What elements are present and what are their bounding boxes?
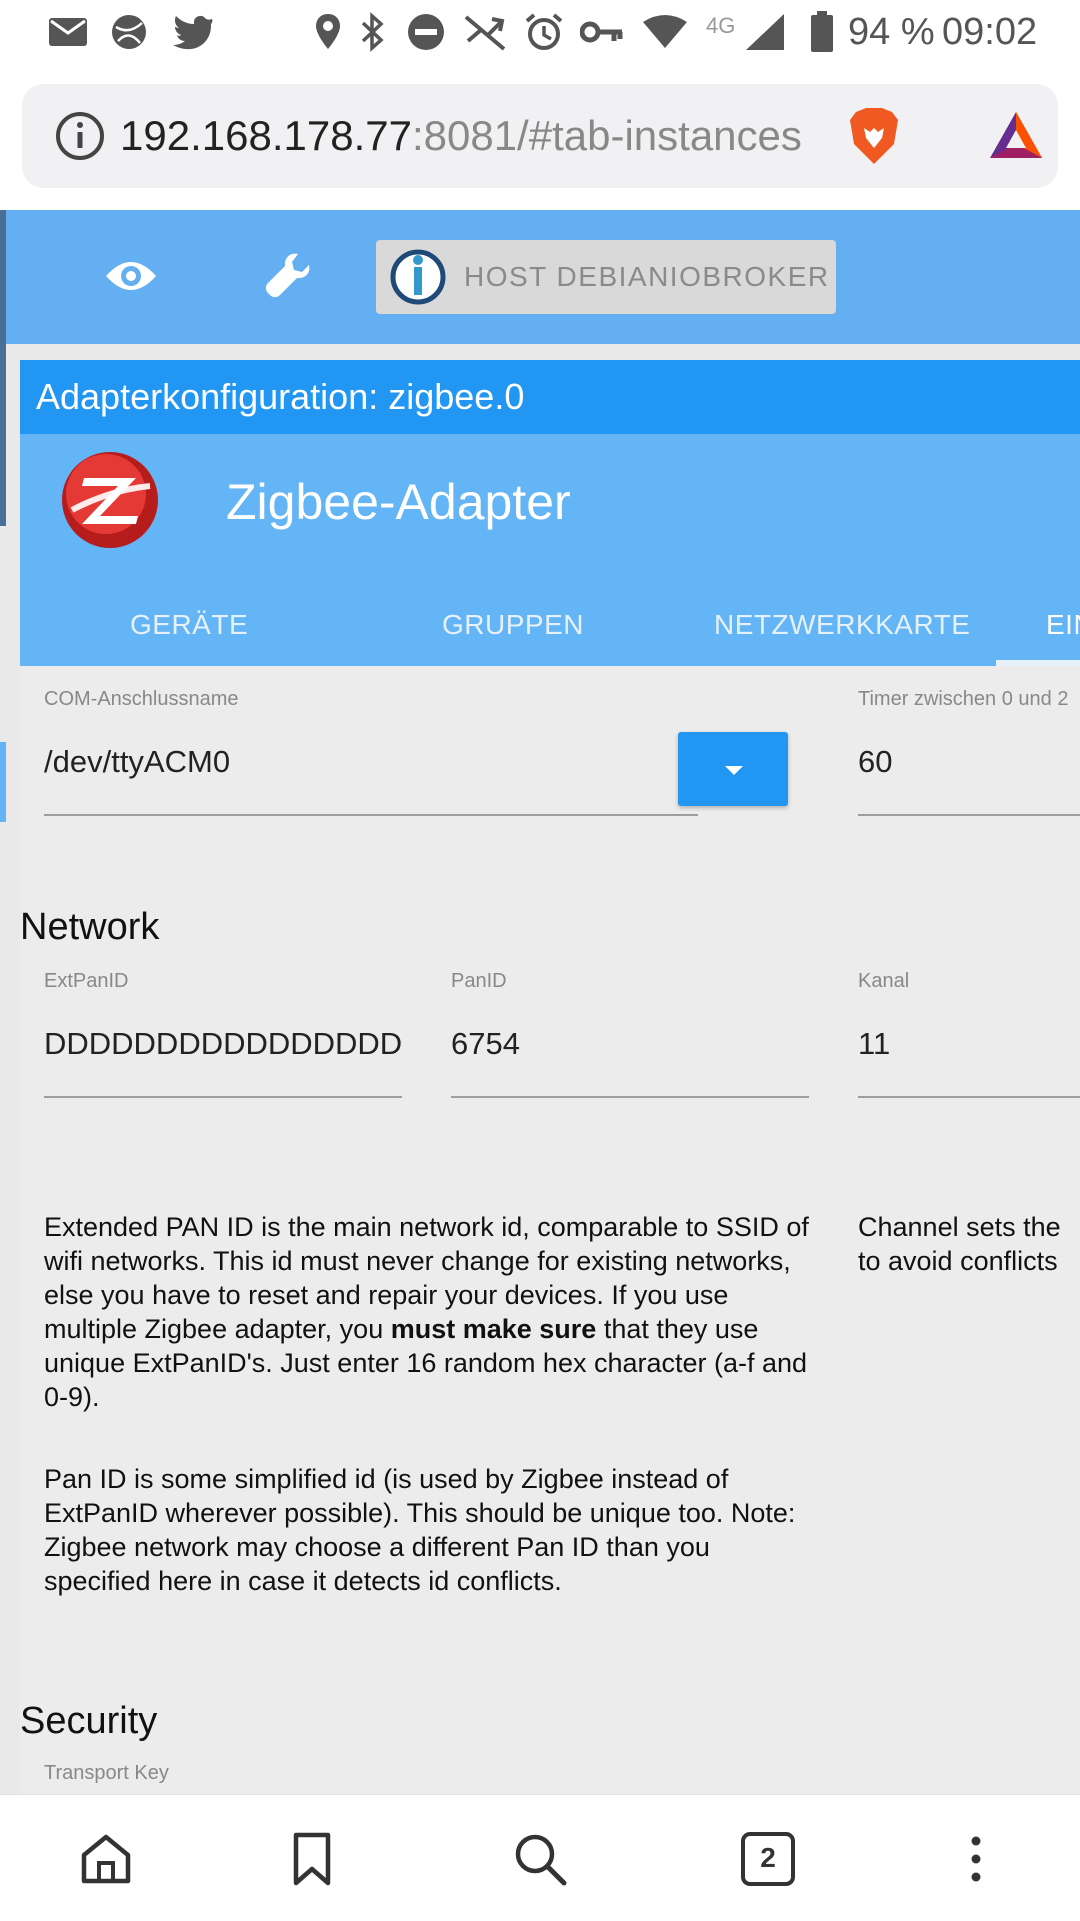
tab-gruppen[interactable]: GRUPPEN <box>442 592 584 658</box>
channel-input[interactable]: 11 <box>858 1026 890 1062</box>
network-type: 4G <box>706 13 736 38</box>
location-icon <box>314 10 342 54</box>
info-icon[interactable] <box>54 110 106 162</box>
url-text[interactable]: 192.168.178.77:8081/#tab-instances <box>120 106 830 166</box>
bat-rewards-icon[interactable] <box>986 106 1046 166</box>
extpanid-help-text: Extended PAN ID is the main network id, … <box>44 1210 814 1414</box>
home-icon[interactable] <box>78 1831 134 1887</box>
do-not-disturb-icon <box>406 10 446 54</box>
host-button-label: HOST DEBIANIOBROKER <box>464 261 830 292</box>
channel-help-line: Channel sets the to avoid conflicts <box>858 1212 1061 1276</box>
page-content: HOST DEBIANIOBROKER Adapterkonfiguration… <box>0 210 1080 1794</box>
app-header: HOST DEBIANIOBROKER <box>6 210 1080 344</box>
sync-off-icon <box>462 10 508 54</box>
url-host: 192.168.178.77 <box>120 112 412 159</box>
mail-icon <box>48 10 88 54</box>
tab-count: 2 <box>760 1842 776 1873</box>
tab-netzwerkkarte[interactable]: NETZWERKKARTE <box>714 592 970 658</box>
tabs-button[interactable]: 2 <box>740 1831 796 1887</box>
background-marker <box>0 742 6 822</box>
caret-down-icon <box>725 766 743 775</box>
overflow-menu-icon[interactable] <box>948 1831 1004 1887</box>
tab-einstellungen[interactable]: EIN <box>1046 592 1080 658</box>
bluetooth-icon <box>360 10 386 54</box>
ball-icon <box>110 10 148 54</box>
extpanid-help-bold: must make sure <box>390 1314 597 1344</box>
status-bar: 4G 94 % 09:02 <box>0 0 1080 66</box>
com-port-underline <box>44 814 698 816</box>
channel-label: Kanal <box>858 970 910 992</box>
com-port-input[interactable]: /dev/ttyACM0 <box>44 744 230 780</box>
panid-help-text: Pan ID is some simplified id (is used by… <box>44 1464 796 1596</box>
panid-underline <box>451 1096 809 1098</box>
adapter-name: Zigbee-Adapter <box>226 474 571 530</box>
twitter-icon <box>172 10 214 54</box>
channel-underline <box>858 1096 1080 1098</box>
panid-input[interactable]: 6754 <box>451 1026 520 1062</box>
battery-percent: 94 % <box>848 10 935 53</box>
timer-underline <box>858 814 1080 816</box>
brave-shield-icon[interactable] <box>842 104 906 168</box>
extpanid-input[interactable]: DDDDDDDDDDDDDDDD <box>44 1026 402 1062</box>
timer-input[interactable]: 60 <box>858 744 892 780</box>
alarm-icon <box>524 10 564 54</box>
extpanid-label: ExtPanID <box>44 970 129 992</box>
zigbee-logo-icon <box>60 450 160 550</box>
eye-icon[interactable] <box>104 256 158 296</box>
browser-toolbar: 192.168.178.77:8081/#tab-instances <box>0 66 1080 210</box>
bookmark-icon[interactable] <box>284 1831 340 1887</box>
clock: 09:02 <box>942 10 1038 53</box>
tab-geraete[interactable]: GERÄTE <box>130 592 248 658</box>
vpn-key-icon <box>580 10 624 54</box>
address-bar[interactable]: 192.168.178.77:8081/#tab-instances <box>22 84 1058 188</box>
channel-help-text: Channel sets the to avoid conflicts <box>858 1210 1080 1278</box>
dialog-title: Adapterkonfiguration: zigbee.0 <box>20 360 1080 434</box>
security-heading: Security <box>20 1700 158 1742</box>
com-port-label: COM-Anschlussname <box>44 688 239 710</box>
browser-bottom-nav: 2 <box>0 1794 1080 1921</box>
active-tab-indicator <box>996 660 1080 666</box>
iobroker-logo-icon <box>390 249 446 305</box>
signal-icon <box>744 10 788 54</box>
url-path: :8081/#tab-instances <box>411 112 802 159</box>
battery-icon <box>810 10 834 54</box>
wifi-icon <box>642 10 688 54</box>
wrench-icon[interactable] <box>264 250 316 302</box>
panid-label: PanID <box>451 970 507 992</box>
adapter-header: Zigbee-Adapter GERÄTE GRUPPEN NETZWERKKA… <box>20 434 1080 666</box>
transport-key-label: Transport Key <box>44 1762 169 1784</box>
network-heading: Network <box>20 906 160 948</box>
extpanid-underline <box>44 1096 402 1098</box>
timer-label: Timer zwischen 0 und 2 <box>858 688 1069 710</box>
host-button[interactable]: HOST DEBIANIOBROKER <box>376 240 836 314</box>
search-icon[interactable] <box>512 1831 568 1887</box>
com-port-dropdown-button[interactable] <box>678 732 788 806</box>
